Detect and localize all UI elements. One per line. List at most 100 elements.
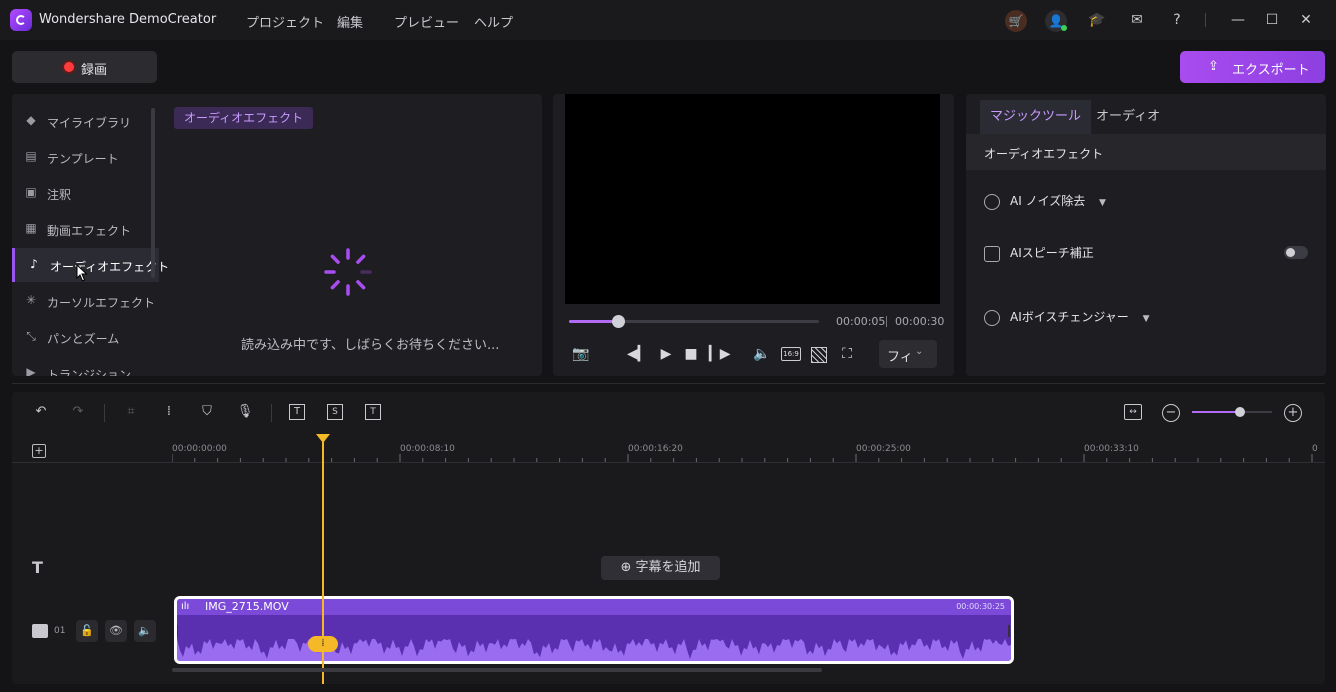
sidebar-item-video-effect[interactable]: ▦ 動画エフェクト <box>12 212 156 246</box>
crop-view-icon[interactable] <box>811 347 827 363</box>
caret-down-icon: ▼ <box>1099 198 1106 208</box>
annotation-icon: ▣ <box>25 185 37 199</box>
clip-trim-left-handle[interactable] <box>177 625 178 637</box>
help-icon[interactable]: ? <box>1167 10 1187 30</box>
panel-splitter[interactable] <box>12 383 1325 384</box>
tool-label: AIボイスチェンジャー <box>1010 310 1129 324</box>
toolbar-divider <box>271 404 272 422</box>
audio-wave-icon: ılı <box>181 601 190 612</box>
sidebar-item-template[interactable]: ▤ テンプレート <box>12 140 156 174</box>
video-effect-icon: ▦ <box>25 221 37 235</box>
zoom-slider[interactable] <box>1192 407 1272 417</box>
close-icon[interactable]: ✕ <box>1296 10 1316 30</box>
sidebar-item-pan-zoom[interactable]: ⤡ パンとズーム <box>12 320 156 354</box>
clip-trim-right-handle[interactable] <box>1008 625 1010 637</box>
text-icon[interactable]: T <box>289 404 305 420</box>
mail-icon[interactable]: ✉ <box>1127 10 1147 30</box>
sidebar-item-label: パンとズーム <box>47 332 120 346</box>
ai-voice-changer-dropdown[interactable]: AIボイスチェンジャー ▼ <box>984 308 1150 326</box>
loading-spinner-icon <box>324 248 372 296</box>
pan-zoom-icon: ⤡ <box>26 329 36 343</box>
timeline-scrollbar[interactable] <box>172 668 822 672</box>
audio-effect-icon: ♪ <box>30 257 38 271</box>
sidebar-item-my-library[interactable]: ◆ マイライブラリ <box>12 104 156 138</box>
mute-icon[interactable]: 🔈 <box>134 620 156 642</box>
app-logo-icon <box>10 9 32 31</box>
total-time: 00:00:30 <box>895 315 945 328</box>
maximize-icon[interactable]: ☐ <box>1262 10 1282 30</box>
stop-icon[interactable]: ■ <box>681 346 701 362</box>
title-bar: Wondershare DemoCreator プロジェクト 編集 プレビュー … <box>0 0 1336 40</box>
redo-icon[interactable]: ↷ <box>69 404 87 419</box>
sidebar-item-transition[interactable]: ▶ トランジション <box>12 356 156 376</box>
sidebar-item-label: マイライブラリ <box>47 116 132 130</box>
volume-icon[interactable]: 🔈 <box>752 346 772 362</box>
track-number: 01 <box>54 626 66 636</box>
visibility-icon[interactable]: 👁 <box>105 620 127 642</box>
toolbar-divider <box>104 404 105 422</box>
undo-icon[interactable]: ↶ <box>32 404 50 419</box>
aspect-ratio-button[interactable]: 16:9 <box>781 347 801 361</box>
speech-correction-toggle[interactable] <box>1284 246 1308 259</box>
learn-icon[interactable]: 🎓 <box>1087 10 1107 30</box>
loading-text: 読み込み中です、しばらくお待ちください... <box>241 338 500 353</box>
ruler-label: 00:00:00:00 <box>172 444 227 454</box>
previous-frame-icon[interactable]: ◀▎ <box>627 346 649 362</box>
menu-project[interactable]: プロジェクト <box>246 12 324 31</box>
play-icon[interactable]: ▶ <box>656 346 676 362</box>
online-status-dot <box>1061 25 1067 31</box>
cart-icon[interactable]: 🛒 <box>1005 10 1027 32</box>
cursor-effect-icon: ✳ <box>25 293 37 307</box>
preview-panel: 00:00:05 00:00:30 📷 ◀▎ ▶ ■ ▎▶ 🔈 16:9 ⛶ フ… <box>553 94 954 376</box>
ruler-label: 00:00:08:10 <box>400 444 455 454</box>
tab-magic-tools[interactable]: マジックツール <box>980 100 1092 136</box>
timeline-panel: ↶ ↷ ⌗ ⁞ ⛉ 🎙 T S T ↔ − + + 00:00:00:00 00… <box>12 392 1325 684</box>
add-track-icon[interactable]: + <box>32 444 46 458</box>
sidebar-item-annotation[interactable]: ▣ 注釈 <box>12 176 156 210</box>
template-icon: ▤ <box>25 149 37 163</box>
menu-edit[interactable]: 編集 <box>337 12 363 31</box>
ruler-label: 0 <box>1312 444 1318 454</box>
menu-preview[interactable]: プレビュー <box>394 12 459 31</box>
section-title: オーディオエフェクト <box>984 147 1104 161</box>
split-icon[interactable]: ⁞ <box>160 404 178 419</box>
record-button[interactable]: 録画 <box>12 51 157 83</box>
fullscreen-icon[interactable]: ⛶ <box>837 346 857 362</box>
zoom-in-icon[interactable]: + <box>1284 404 1302 422</box>
split-at-playhead-button[interactable]: ⁞ <box>308 636 338 652</box>
fit-timeline-icon[interactable]: ↔ <box>1124 404 1142 420</box>
speech-correction-icon <box>984 245 1000 262</box>
record-icon <box>64 62 74 72</box>
add-subtitle-button[interactable]: ⊕ 字幕を追加 <box>601 556 720 580</box>
minimize-icon[interactable]: — <box>1228 10 1248 30</box>
menu-help[interactable]: ヘルプ <box>474 12 513 31</box>
export-label: エクスポート <box>1232 63 1310 78</box>
marker-icon[interactable]: ⛉ <box>198 404 216 419</box>
microphone-icon[interactable]: 🎙 <box>236 404 254 419</box>
tab-audio[interactable]: オーディオ <box>1086 100 1170 134</box>
video-preview[interactable] <box>565 94 940 304</box>
subtitle-icon[interactable]: S <box>327 404 343 420</box>
ai-noise-removal-dropdown[interactable]: AI ノイズ除去 ▼ <box>984 192 1106 210</box>
ruler-label: 00:00:33:10 <box>1084 444 1139 454</box>
zoom-out-icon[interactable]: − <box>1162 404 1180 422</box>
preview-progress-bar[interactable] <box>569 315 819 328</box>
tool-label: AI ノイズ除去 <box>1010 194 1086 208</box>
crop-icon[interactable]: ⌗ <box>122 404 140 419</box>
progress-handle[interactable] <box>612 315 625 328</box>
fit-dropdown[interactable]: フィ ⌄ <box>879 340 937 368</box>
sidebar-scrollbar[interactable] <box>151 108 155 278</box>
timeline-clip[interactable]: ılı IMG_2715.MOV 00:00:30:25 <box>174 596 1014 664</box>
export-button[interactable]: ⇪ エクスポート <box>1180 51 1325 83</box>
sidebar-item-label: トランジション <box>47 368 132 376</box>
snapshot-icon[interactable]: 📷 <box>571 346 591 362</box>
clip-duration: 00:00:30:25 <box>956 602 1005 611</box>
zoom-slider-handle[interactable] <box>1235 407 1245 417</box>
lock-icon[interactable]: 🔓 <box>76 620 98 642</box>
sidebar-item-cursor-effect[interactable]: ✳ カーソルエフェクト <box>12 284 156 318</box>
add-circle-icon: ⊕ <box>620 560 636 575</box>
next-frame-icon[interactable]: ▎▶ <box>709 346 731 362</box>
caption-icon[interactable]: T <box>365 404 381 420</box>
magic-tools-panel: マジックツール オーディオ オーディオエフェクト AI ノイズ除去 ▼ AIスピ… <box>966 94 1326 376</box>
category-chip[interactable]: オーディオエフェクト <box>174 107 314 129</box>
